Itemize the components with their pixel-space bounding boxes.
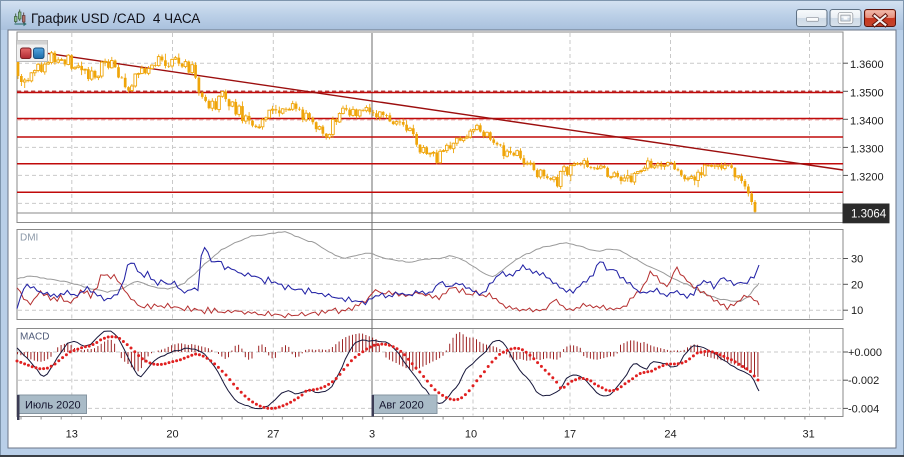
svg-text:DMI: DMI: [20, 233, 38, 244]
svg-text:График USD /CAD 4 ЧАСА: График USD /CAD 4 ЧАСА: [31, 11, 200, 26]
svg-text:1.3600: 1.3600: [850, 59, 884, 71]
svg-text:30: 30: [851, 254, 863, 266]
svg-text:3: 3: [369, 429, 375, 441]
svg-text:20: 20: [166, 429, 178, 441]
svg-text:Авг 2020: Авг 2020: [379, 400, 424, 412]
svg-text:17: 17: [564, 429, 576, 441]
svg-text:1.3500: 1.3500: [850, 87, 884, 99]
svg-text:MACD: MACD: [20, 332, 49, 343]
svg-text:-0.002: -0.002: [848, 375, 879, 387]
svg-text:10: 10: [851, 305, 863, 317]
svg-text:20: 20: [851, 279, 863, 291]
svg-text:-0.004: -0.004: [848, 403, 879, 415]
svg-text:1.3400: 1.3400: [850, 115, 884, 127]
svg-text:+0.000: +0.000: [848, 347, 882, 359]
svg-text:31: 31: [802, 429, 814, 441]
svg-text:1.3200: 1.3200: [850, 171, 884, 183]
svg-text:Июль 2020: Июль 2020: [25, 400, 81, 412]
svg-text:24: 24: [664, 429, 676, 441]
svg-text:1.3064: 1.3064: [851, 209, 887, 221]
svg-text:13: 13: [66, 429, 78, 441]
svg-text:10: 10: [465, 429, 477, 441]
svg-text:1.3300: 1.3300: [850, 143, 884, 155]
svg-text:27: 27: [267, 429, 279, 441]
